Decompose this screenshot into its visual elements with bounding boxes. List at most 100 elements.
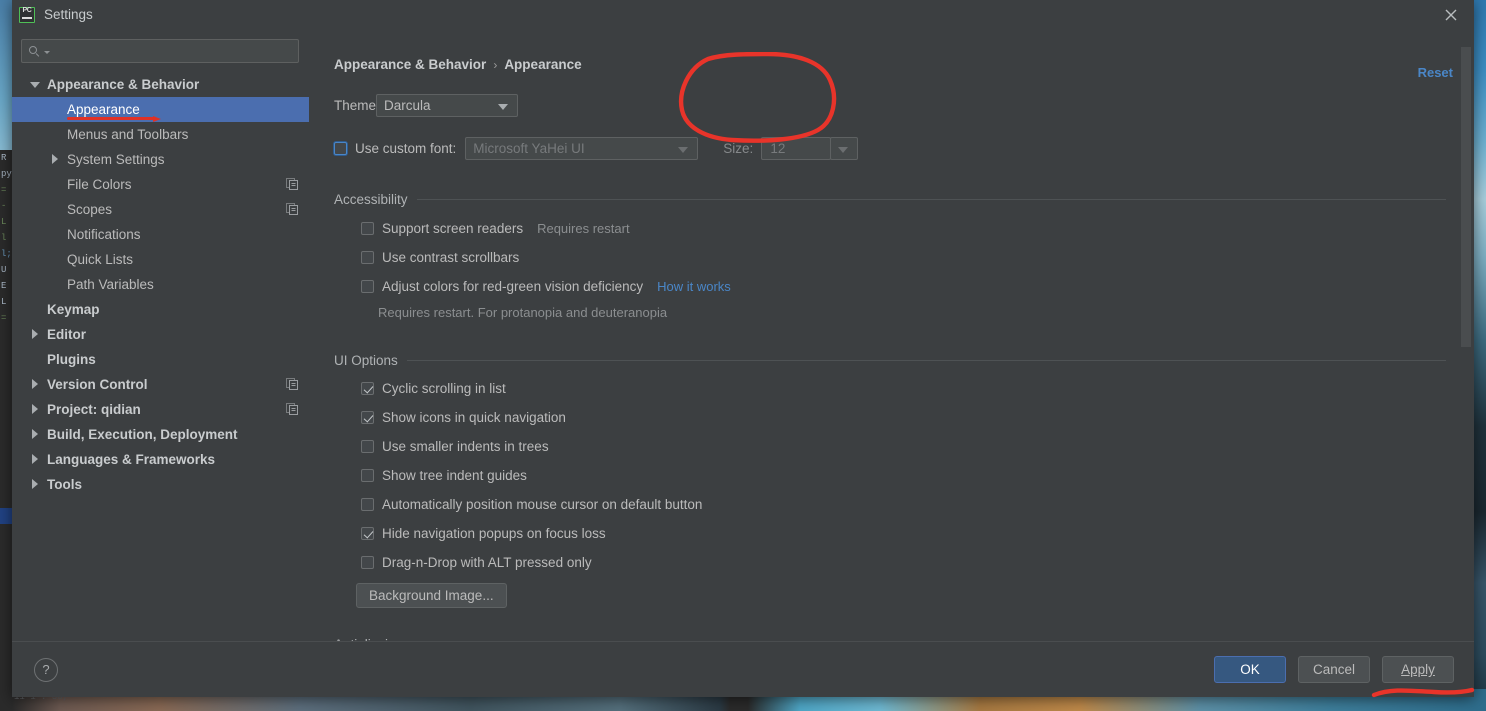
ui-options-section-header: UI Options bbox=[334, 353, 1446, 368]
chevron-right-icon[interactable] bbox=[30, 454, 41, 465]
font-size-value: 12 bbox=[770, 141, 786, 156]
sidebar-item-system-settings[interactable]: System Settings bbox=[12, 147, 309, 172]
help-icon[interactable]: ? bbox=[34, 657, 58, 682]
checkbox[interactable] bbox=[361, 280, 374, 293]
ui-option-label[interactable]: Automatically position mouse cursor on d… bbox=[382, 497, 702, 512]
close-icon[interactable] bbox=[1440, 4, 1462, 26]
apply-button-label: Apply bbox=[1401, 662, 1435, 677]
checkbox[interactable] bbox=[361, 251, 374, 264]
sidebar-item-scopes[interactable]: Scopes bbox=[12, 197, 309, 222]
ui-option-row: Show icons in quick navigation bbox=[361, 403, 1446, 432]
sidebar-item-label: Plugins bbox=[47, 352, 96, 367]
sidebar-item-quick-lists[interactable]: Quick Lists bbox=[12, 247, 309, 272]
sidebar-item-editor[interactable]: Editor bbox=[12, 322, 309, 347]
accessibility-option-row: Support screen readers Requires restart bbox=[361, 214, 1446, 243]
cancel-button[interactable]: Cancel bbox=[1298, 656, 1370, 683]
ui-option-row: Hide navigation popups on focus loss bbox=[361, 519, 1446, 548]
sidebar-item-label: Appearance & Behavior bbox=[47, 77, 200, 92]
accessibility-option-label[interactable]: Adjust colors for red-green vision defic… bbox=[382, 279, 643, 294]
sidebar-item-appearance[interactable]: Appearance bbox=[12, 97, 309, 122]
search-input[interactable] bbox=[50, 44, 292, 58]
accessibility-option-label[interactable]: Support screen readers bbox=[382, 221, 523, 236]
reset-link[interactable]: Reset bbox=[1418, 65, 1453, 80]
sidebar-item-tools[interactable]: Tools bbox=[12, 472, 309, 497]
ui-option-label[interactable]: Hide navigation popups on focus loss bbox=[382, 526, 606, 541]
search-container bbox=[12, 39, 309, 63]
sidebar-item-keymap[interactable]: Keymap bbox=[12, 297, 309, 322]
sidebar-item-label: Languages & Frameworks bbox=[47, 452, 216, 467]
sidebar-item-appearance-behavior[interactable]: Appearance & Behavior bbox=[12, 72, 309, 97]
ui-option-label[interactable]: Use smaller indents in trees bbox=[382, 439, 549, 454]
sidebar-item-project-qidian[interactable]: Project: qidian bbox=[12, 397, 309, 422]
sidebar-item-label: Project: qidian bbox=[47, 402, 141, 417]
accessibility-options: Support screen readers Requires restart Us… bbox=[334, 214, 1446, 301]
checkbox[interactable] bbox=[361, 527, 374, 540]
breadcrumb-parent[interactable]: Appearance & Behavior bbox=[334, 57, 486, 72]
search-box[interactable] bbox=[21, 39, 299, 63]
chevron-down-icon[interactable] bbox=[30, 79, 41, 90]
apply-button[interactable]: Apply bbox=[1382, 656, 1454, 683]
accessibility-title: Accessibility bbox=[334, 192, 408, 207]
sidebar-item-languages-frameworks[interactable]: Languages & Frameworks bbox=[12, 447, 309, 472]
checkbox[interactable] bbox=[361, 440, 374, 453]
chevron-right-icon[interactable] bbox=[30, 379, 41, 390]
checkbox[interactable] bbox=[361, 469, 374, 482]
font-size-label: Size: bbox=[723, 141, 754, 156]
font-family-select[interactable]: Microsoft YaHei UI bbox=[465, 137, 699, 160]
chevron-right-icon[interactable] bbox=[30, 329, 41, 340]
sidebar-item-build-execution-deployment[interactable]: Build, Execution, Deployment bbox=[12, 422, 309, 447]
checkbox[interactable] bbox=[361, 382, 374, 395]
theme-row: Theme: Darcula bbox=[334, 94, 1446, 117]
ui-option-label[interactable]: Cyclic scrolling in list bbox=[382, 381, 506, 396]
sidebar-item-notifications[interactable]: Notifications bbox=[12, 222, 309, 247]
accessibility-option-row: Use contrast scrollbars bbox=[361, 243, 1446, 272]
breadcrumb-current: Appearance bbox=[504, 57, 582, 72]
sidebar-item-menus-and-toolbars[interactable]: Menus and Toolbars bbox=[12, 122, 309, 147]
font-size-field[interactable]: 12 bbox=[761, 137, 832, 160]
ui-option-row: Cyclic scrolling in list bbox=[361, 374, 1446, 403]
accessibility-option-label[interactable]: Use contrast scrollbars bbox=[382, 250, 519, 265]
checkbox[interactable] bbox=[361, 556, 374, 569]
chevron-right-icon[interactable] bbox=[50, 154, 61, 165]
dialog-titlebar: PC Settings bbox=[12, 0, 1474, 29]
annotation-underline-appearance bbox=[67, 116, 161, 122]
accessibility-section-header: Accessibility bbox=[334, 192, 1446, 207]
ui-option-row: Drag-n-Drop with ALT pressed only bbox=[361, 548, 1446, 577]
sidebar-item-path-variables[interactable]: Path Variables bbox=[12, 272, 309, 297]
copy-icon[interactable] bbox=[286, 378, 298, 390]
font-size-stepper[interactable] bbox=[830, 137, 859, 160]
checkbox[interactable] bbox=[361, 222, 374, 235]
copy-icon[interactable] bbox=[286, 403, 298, 415]
copy-icon[interactable] bbox=[286, 178, 298, 190]
settings-sidebar: Appearance & Behavior Appearance Menus and… bbox=[12, 29, 309, 641]
theme-select[interactable]: Darcula bbox=[376, 94, 518, 117]
theme-value: Darcula bbox=[384, 98, 431, 113]
use-custom-font-checkbox[interactable] bbox=[334, 142, 347, 155]
sidebar-item-version-control[interactable]: Version Control bbox=[12, 372, 309, 397]
checkbox[interactable] bbox=[361, 411, 374, 424]
background-image-button[interactable]: Background Image... bbox=[356, 583, 507, 608]
ok-button[interactable]: OK bbox=[1214, 656, 1286, 683]
ui-option-label[interactable]: Show tree indent guides bbox=[382, 468, 527, 483]
checkbox[interactable] bbox=[361, 498, 374, 511]
chevron-right-icon[interactable] bbox=[30, 404, 41, 415]
chevron-right-icon[interactable] bbox=[30, 429, 41, 440]
chevron-right-icon[interactable] bbox=[30, 479, 41, 490]
sidebar-item-label: Editor bbox=[47, 327, 86, 342]
sidebar-item-label: Quick Lists bbox=[67, 252, 134, 267]
how-it-works-link[interactable]: How it works bbox=[657, 279, 731, 294]
sidebar-item-file-colors[interactable]: File Colors bbox=[12, 172, 309, 197]
chevron-down-icon bbox=[498, 104, 508, 110]
sidebar-item-plugins[interactable]: Plugins bbox=[12, 347, 309, 372]
divider bbox=[416, 199, 1446, 200]
use-custom-font-label: Use custom font: bbox=[355, 141, 457, 156]
ui-option-label[interactable]: Drag-n-Drop with ALT pressed only bbox=[382, 555, 592, 570]
ui-option-label[interactable]: Show icons in quick navigation bbox=[382, 410, 566, 425]
copy-icon[interactable] bbox=[286, 203, 298, 215]
